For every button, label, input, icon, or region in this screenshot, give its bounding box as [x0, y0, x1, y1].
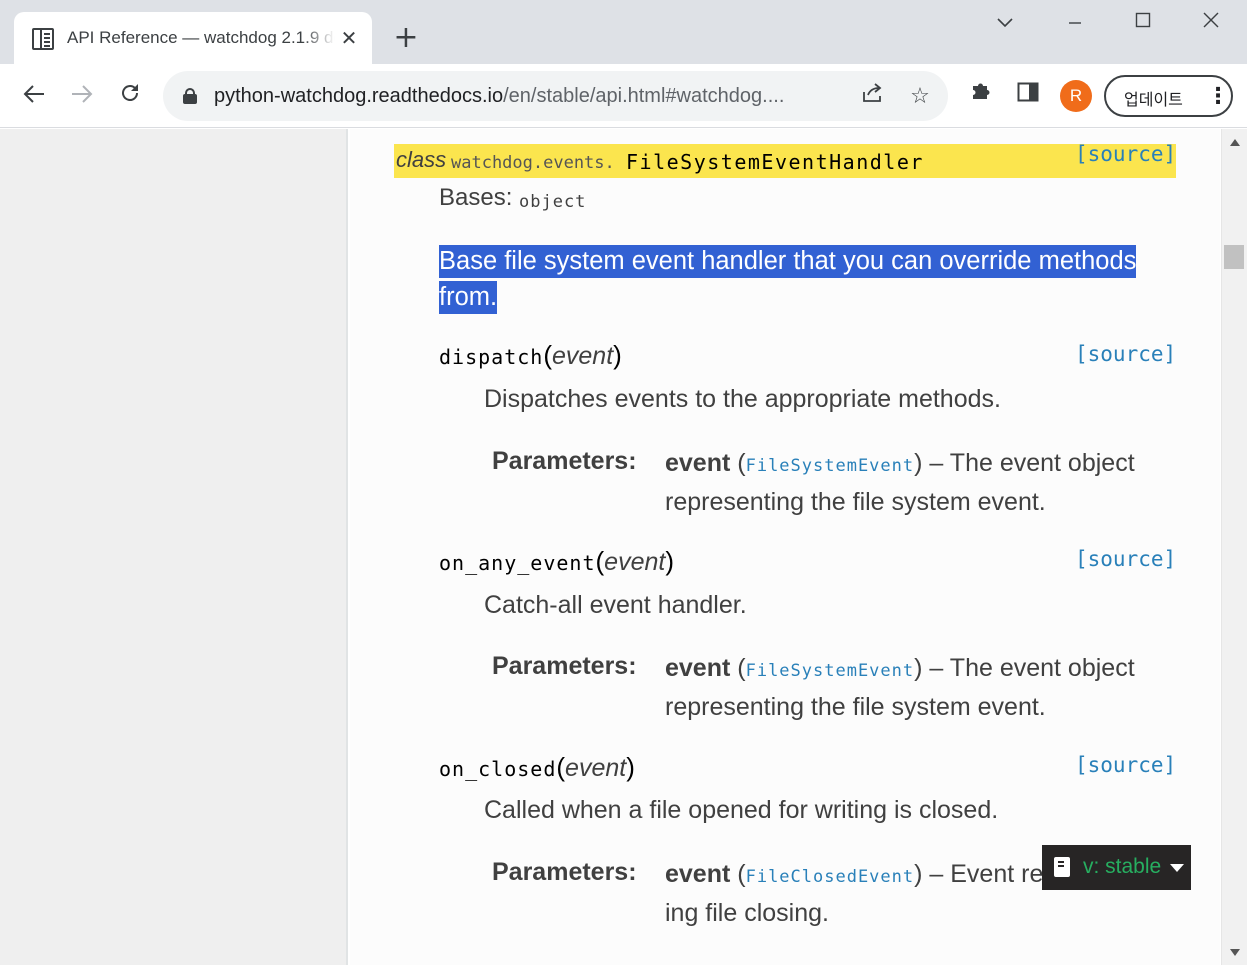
paren-close: ) — [665, 546, 675, 576]
method-signature-on-any-event: on_any_event(event) — [439, 546, 674, 577]
tab-title: API Reference — watchdog 2.1.9 documenta… — [67, 28, 335, 47]
docs-sidebar — [0, 129, 348, 965]
lock-icon[interactable] — [183, 88, 197, 104]
param-type-link[interactable]: FileSystemEvent — [746, 661, 915, 681]
browser-tab-active[interactable]: API Reference — watchdog 2.1.9 documenta… — [14, 12, 372, 64]
parameters-label: Parameters: — [492, 652, 637, 680]
close-icon — [1203, 12, 1219, 28]
address-bar[interactable]: python-watchdog.readthedocs.io/en/stable… — [163, 71, 948, 121]
reload-icon — [122, 84, 138, 101]
paren-close: ) — [613, 340, 622, 370]
param-type-link[interactable]: FileClosedEvent — [746, 867, 915, 887]
bookmark-star-icon[interactable]: ☆ — [906, 83, 934, 111]
minimize-icon — [1069, 22, 1081, 24]
minimize-button[interactable] — [1052, 6, 1098, 40]
docs-favicon-icon — [32, 28, 54, 50]
bases-label: Bases: — [439, 184, 513, 211]
class-description-selected: Base file system event handler that you … — [439, 243, 1161, 315]
param-name: event — [665, 654, 731, 682]
dispatch-source-link[interactable]: [source] — [1075, 342, 1176, 366]
side-panel-icon[interactable] — [1012, 80, 1044, 112]
new-tab-button[interactable]: + — [392, 22, 420, 54]
param-text-line2: ing file closing. — [665, 899, 829, 927]
update-button[interactable]: 업데이트 ⋮ — [1104, 75, 1233, 117]
url-domain: python-watchdog.readthedocs.io — [214, 85, 504, 107]
parameters-label: Parameters: — [492, 447, 637, 475]
page-viewport: class watchdog.events. FileSystemEventHa… — [0, 129, 1247, 965]
browser-toolbar: python-watchdog.readthedocs.io/en/stable… — [0, 64, 1247, 128]
url-path: /en/stable/api.html#watchdog.... — [503, 85, 785, 107]
caret-down-icon — [1170, 864, 1184, 872]
class-source-link[interactable]: [source] — [1075, 142, 1176, 166]
close-window-button[interactable] — [1188, 6, 1234, 40]
vertical-scrollbar[interactable] — [1221, 129, 1247, 965]
parameter-description: event (FileSystemEvent) – The event obje… — [665, 449, 1135, 516]
paren-close: ) — [626, 752, 635, 782]
extensions-puzzle-icon[interactable] — [965, 80, 997, 112]
paren-open: ( — [556, 752, 566, 782]
forward-button[interactable] — [64, 76, 100, 116]
class-module-prefix: watchdog.events. — [451, 153, 615, 173]
method-name: on_closed — [439, 757, 557, 781]
reload-button[interactable] — [112, 76, 148, 116]
arrow-left-icon — [23, 85, 44, 103]
param-type-link[interactable]: FileSystemEvent — [746, 456, 915, 476]
on-closed-source-link[interactable]: [source] — [1075, 753, 1176, 777]
bases-value: object — [519, 192, 587, 212]
tab-close-icon[interactable]: ✕ — [339, 26, 359, 50]
profile-avatar[interactable]: R — [1060, 80, 1092, 112]
parameters-label: Parameters: — [492, 858, 637, 886]
method-description: Called when a file opened for writing is… — [484, 796, 999, 824]
method-signature-dispatch: dispatch(event) — [439, 340, 622, 371]
scroll-down-arrow-icon[interactable] — [1230, 949, 1240, 956]
method-description: Dispatches events to the appropriate met… — [484, 385, 1001, 413]
paren-open: ( — [595, 546, 605, 576]
method-arg: event — [604, 548, 666, 576]
parameter-description: event (FileSystemEvent) – The event obje… — [665, 654, 1135, 721]
update-label: 업데이트 — [1124, 90, 1183, 109]
method-name: on_any_event — [439, 551, 596, 575]
maximize-icon — [1135, 12, 1151, 28]
method-name: dispatch — [439, 345, 544, 369]
more-menu-icon[interactable]: ⋮ — [1207, 83, 1229, 111]
tab-search-button[interactable] — [982, 6, 1028, 40]
version-switcher[interactable]: v: stable — [1042, 845, 1191, 890]
scroll-up-arrow-icon[interactable] — [1230, 139, 1240, 146]
chevron-down-icon — [997, 18, 1013, 28]
arrow-right-icon — [72, 85, 93, 103]
method-arg: event — [552, 342, 614, 370]
back-button[interactable] — [16, 76, 52, 116]
share-icon[interactable] — [858, 83, 886, 111]
param-text-line1: Event re — [950, 860, 1044, 888]
method-signature-on-closed: on_closed(event) — [439, 752, 635, 783]
maximize-button[interactable] — [1120, 6, 1166, 40]
selected-text: Base file system event handler that you … — [439, 245, 1137, 314]
method-arg: event — [565, 754, 627, 782]
tab-strip: API Reference — watchdog 2.1.9 documenta… — [0, 0, 1247, 64]
content-bottom-edge — [350, 955, 1220, 965]
param-name: event — [665, 449, 731, 477]
class-signature: class watchdog.events. FileSystemEventHa… — [394, 144, 1176, 178]
on-any-event-source-link[interactable]: [source] — [1075, 547, 1176, 571]
book-icon — [1054, 857, 1070, 877]
paren-open: ( — [543, 340, 552, 370]
version-label: v: stable — [1083, 855, 1162, 878]
url-text[interactable]: python-watchdog.readthedocs.io/en/stable… — [214, 85, 844, 108]
scroll-thumb[interactable] — [1224, 245, 1244, 269]
class-name: FileSystemEventHandler — [626, 150, 924, 174]
class-keyword: class — [396, 147, 447, 172]
param-name: event — [665, 860, 731, 888]
method-description: Catch-all event handler. — [484, 591, 747, 619]
docs-content: class watchdog.events. FileSystemEventHa… — [350, 129, 1220, 965]
